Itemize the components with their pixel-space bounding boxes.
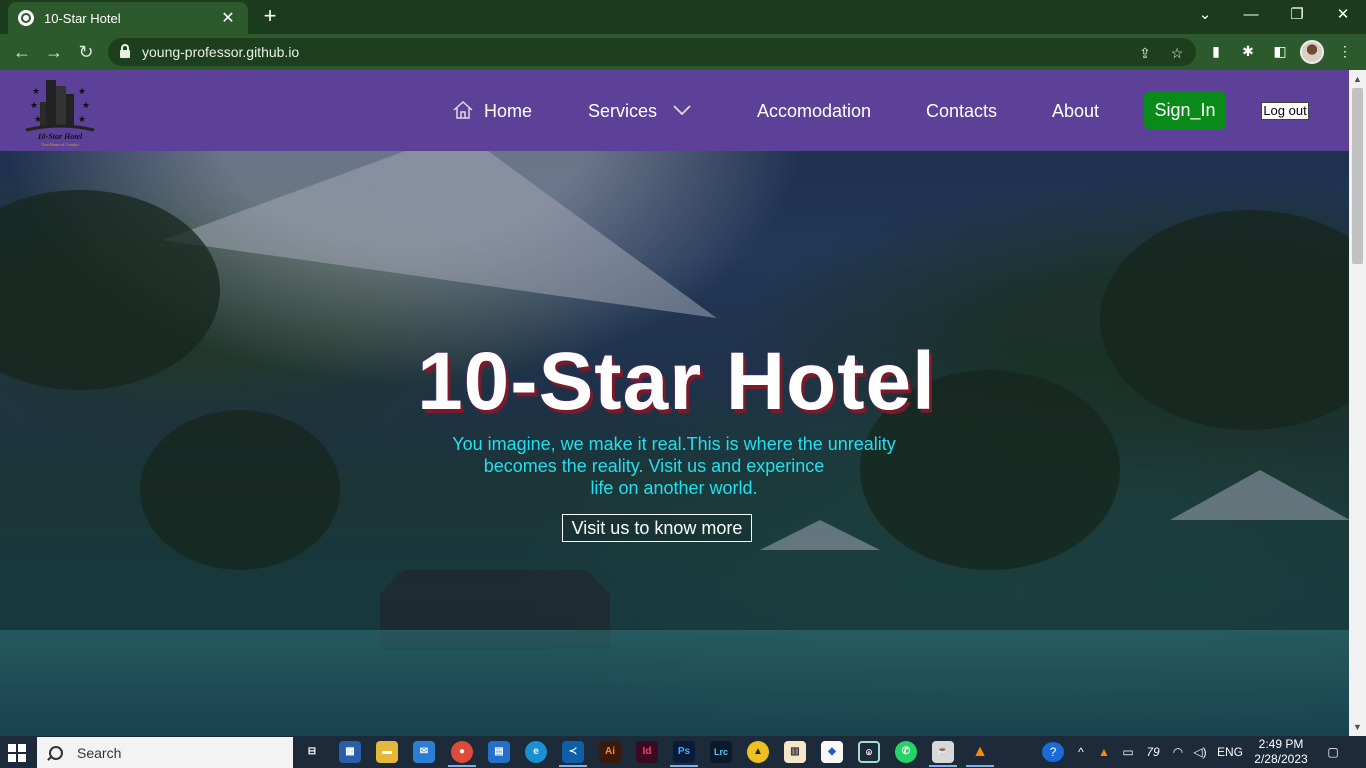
minimize-button[interactable]: —	[1228, 0, 1274, 32]
page-scrollbar[interactable]: ▲ ▼	[1349, 70, 1366, 736]
scroll-up-icon[interactable]: ▲	[1352, 73, 1363, 85]
bookmark-star-icon[interactable]: ☆	[1166, 42, 1188, 64]
hero-line-1: You imagine, we make it real.This is whe…	[452, 434, 896, 454]
svg-text:★: ★	[32, 86, 40, 96]
taskbar-search-label: Search	[77, 744, 122, 761]
browser-toolbar: ← → ↻ young-professor.github.io ⇪ ☆	[0, 34, 1366, 70]
menu-kebab-icon[interactable]: ⋮	[1334, 40, 1356, 62]
nav-about[interactable]: About	[1052, 100, 1099, 122]
logo-tagline: Your Home of Comfort	[41, 142, 79, 147]
windows-start-icon[interactable]	[8, 744, 26, 762]
nav-services[interactable]: Services	[588, 100, 691, 122]
svg-text:★: ★	[82, 100, 90, 110]
side-panel-icon[interactable]: ◧	[1269, 40, 1291, 62]
extensions-puzzle-icon[interactable]: ✱	[1237, 40, 1259, 62]
address-bar[interactable]: young-professor.github.io ⇪ ☆	[108, 38, 1196, 66]
chevron-down-icon	[673, 105, 691, 115]
page-viewport: ★ ★ ★ ★ ★ ★ 10-Star Hotel Your Home of C…	[0, 70, 1349, 736]
sign-in-button[interactable]: Sign_In	[1144, 91, 1226, 130]
windows-taskbar: Search ⊟ ▦ ▬ ✉ ● ▤ e ≺ Ai Id Ps Lrc ▲ ▥ …	[0, 736, 1366, 768]
hero-line-2: becomes the reality. Visit us and experi…	[483, 456, 825, 476]
vscode-icon[interactable]: ≺	[562, 741, 584, 763]
taskbar-clock[interactable]: 2:49 PM 2/28/2023	[1250, 737, 1312, 767]
globe-icon	[18, 10, 34, 26]
chrome-icon[interactable]: ●	[451, 741, 473, 763]
site-navbar: ★ ★ ★ ★ ★ ★ 10-Star Hotel Your Home of C…	[0, 70, 1349, 151]
tray-temperature: 79	[1146, 745, 1160, 759]
tray-chevron-up-icon[interactable]: ^	[1072, 742, 1090, 762]
file-explorer-icon[interactable]: ▬	[376, 741, 398, 763]
hero-line-3: life on another world.	[590, 478, 758, 498]
nav-accomodation[interactable]: Accomodation	[757, 100, 871, 122]
tray-vlc-icon[interactable]: ▲	[1095, 742, 1113, 762]
url-text: young-professor.github.io	[142, 44, 300, 60]
word-pad-icon[interactable]: ▤	[488, 741, 510, 763]
illustrator-icon[interactable]: Ai	[599, 741, 621, 763]
mail-icon[interactable]: ✉	[413, 741, 435, 763]
browser-tab[interactable]: 10-Star Hotel ✕	[8, 2, 248, 34]
whatsapp-icon[interactable]: ✆	[895, 741, 917, 763]
store-icon[interactable]: ▦	[339, 741, 361, 763]
lightroom-classic-icon[interactable]: Lrc	[710, 741, 732, 763]
hero-title: 10-Star Hotel	[417, 336, 936, 427]
nav-home-label: Home	[484, 101, 533, 121]
task-view-icon[interactable]: ⊟	[301, 741, 323, 763]
search-icon	[49, 745, 63, 760]
browser-tab-bar: 10-Star Hotel ✕ + ⌄ — ❐ ✕	[0, 0, 1366, 34]
edge-icon[interactable]: e	[525, 741, 547, 763]
clock-date: 2/28/2023	[1254, 752, 1308, 766]
tab-search-button[interactable]: ⌄	[1182, 0, 1228, 32]
app-blue-icon[interactable]: ◆	[821, 741, 843, 763]
battery-icon[interactable]: ▭	[1118, 742, 1138, 762]
profile-avatar[interactable]	[1300, 40, 1324, 64]
log-out-button[interactable]: Log out	[1261, 102, 1309, 120]
share-icon[interactable]: ⇪	[1134, 42, 1156, 64]
logo-text: 10-Star Hotel	[38, 132, 83, 141]
wifi-icon[interactable]: ◠	[1168, 742, 1188, 762]
scroll-thumb[interactable]	[1352, 88, 1363, 264]
visit-us-button[interactable]: Visit us to know more	[562, 514, 752, 542]
svg-text:★: ★	[30, 100, 38, 110]
svg-text:★: ★	[78, 86, 86, 96]
nav-contacts[interactable]: Contacts	[926, 100, 997, 122]
hotel-logo[interactable]: ★ ★ ★ ★ ★ ★ 10-Star Hotel Your Home of C…	[20, 72, 100, 148]
app-teal-icon[interactable]: ⌾	[858, 741, 880, 763]
help-icon[interactable]: ?	[1042, 742, 1064, 762]
home-icon	[453, 100, 473, 119]
tab-title: 10-Star Hotel	[44, 10, 121, 26]
app-triangle-icon[interactable]: ▲	[747, 741, 769, 763]
vlc-icon[interactable]: ▲	[969, 741, 991, 763]
taskbar-search[interactable]: Search	[37, 737, 293, 768]
close-window-button[interactable]: ✕	[1320, 0, 1366, 32]
indesign-icon[interactable]: Id	[636, 741, 658, 763]
svg-text:★: ★	[78, 114, 86, 124]
language-indicator[interactable]: ENG	[1215, 742, 1245, 762]
photoshop-icon[interactable]: Ps	[673, 741, 695, 763]
restore-button[interactable]: ❐	[1274, 0, 1320, 32]
notifications-icon[interactable]: ▢	[1322, 742, 1344, 762]
back-icon[interactable]: ←	[10, 40, 34, 64]
scroll-down-icon[interactable]: ▼	[1352, 721, 1363, 733]
nav-home[interactable]: Home	[452, 100, 532, 122]
tab-close-button[interactable]: ✕	[218, 8, 238, 28]
reload-icon[interactable]: ↻	[74, 40, 98, 64]
hero-description: You imagine, we make it real.This is whe…	[384, 433, 964, 499]
forward-icon[interactable]: →	[42, 40, 66, 64]
nav-services-label: Services	[588, 101, 658, 121]
volume-icon[interactable]: ◁)	[1190, 742, 1210, 762]
java-icon[interactable]: ☕	[932, 741, 954, 763]
clock-time: 2:49 PM	[1258, 737, 1304, 751]
svg-text:★: ★	[34, 114, 42, 124]
app-document-icon[interactable]: ▥	[784, 741, 806, 763]
extension-doc-icon[interactable]: ▮	[1205, 40, 1227, 62]
lock-icon	[120, 44, 130, 58]
new-tab-button[interactable]: +	[258, 4, 282, 28]
